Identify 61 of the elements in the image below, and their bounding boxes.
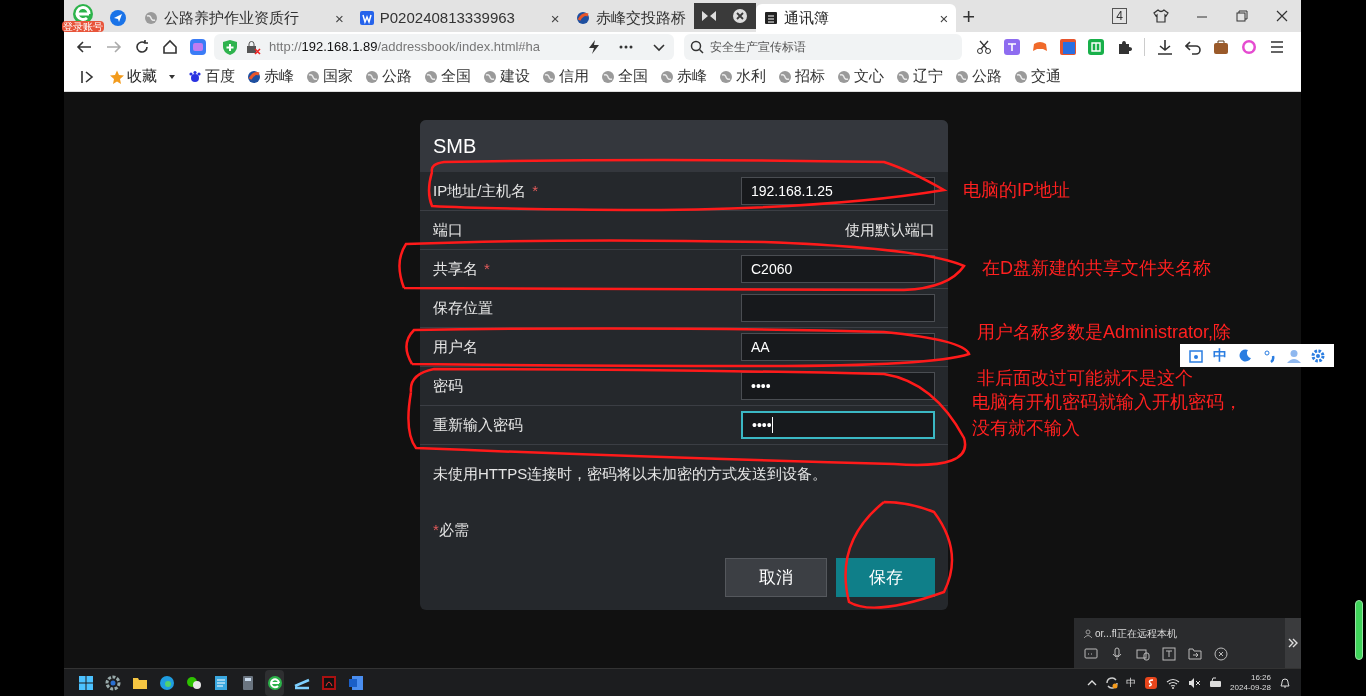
bookmark-item[interactable]: 百度 xyxy=(188,65,235,88)
bookmark-item[interactable]: 公路 xyxy=(955,65,1002,88)
field-label: 用户名 xyxy=(433,336,478,357)
remote-status: or...fl正在远程本机 xyxy=(1095,627,1177,641)
bookmark-item[interactable]: 公路 xyxy=(365,65,412,88)
tab-title: 公路养护作业资质行 xyxy=(164,7,300,28)
bookmark-item[interactable]: 赤峰 xyxy=(660,65,707,88)
field-value: 使用默认端口 xyxy=(845,219,935,240)
tab[interactable]: 赤峰交投路桥 xyxy=(567,4,694,32)
tab[interactable]: P020240813339963 × xyxy=(351,4,568,32)
bookmark-item[interactable]: 全国 xyxy=(601,65,648,88)
close-tab-button[interactable]: × xyxy=(550,10,560,26)
bookmark-item[interactable]: 国家 xyxy=(306,65,353,88)
field-label: 重新输入密码 xyxy=(433,414,523,435)
annotation-text: 没有就不输入 xyxy=(972,418,1080,439)
dialog-title: SMB xyxy=(433,134,477,159)
bookmark-item[interactable]: 信用 xyxy=(542,65,589,88)
input-field[interactable]: AA xyxy=(741,333,935,361)
search-field[interactable]: 安全生产宣传标语 xyxy=(684,34,962,60)
save-button[interactable]: 保存 xyxy=(836,558,935,597)
annotation-text: 电脑有开机密码就输入开机密码， xyxy=(972,392,1242,413)
close-tab-button[interactable]: × xyxy=(335,10,344,26)
annotation-text: 电脑的IP地址 xyxy=(963,180,1070,201)
bookmark-item[interactable]: 赤峰 xyxy=(247,65,294,88)
bookmark-item[interactable]: 交通 xyxy=(1014,65,1061,88)
input-field[interactable]: •••• xyxy=(741,411,935,439)
account-badge[interactable]: 登录账号 xyxy=(62,21,104,32)
input-field[interactable]: 192.168.1.25 xyxy=(741,177,935,205)
field-label: IP地址/主机名 * xyxy=(433,180,539,201)
annotation-text: 在D盘新建的共享文件夹名称 xyxy=(982,258,1211,279)
bookmark-item[interactable]: 招标 xyxy=(778,65,825,88)
tab-title: P020240813339963 xyxy=(379,7,516,28)
ime-mode[interactable]: 中 xyxy=(1213,345,1228,366)
field-label: 密码 xyxy=(433,375,463,396)
bookmark-item[interactable]: 水利 xyxy=(719,65,766,88)
input-field[interactable]: C2060 xyxy=(741,255,935,283)
clock[interactable]: 16:26 2024-09-28 xyxy=(1230,672,1271,693)
field-label: 共享名 * xyxy=(433,258,490,279)
close-tab-button[interactable]: × xyxy=(939,10,949,26)
input-field[interactable]: •••• xyxy=(741,372,935,400)
bookmark-item[interactable]: 建设 xyxy=(483,65,530,88)
info-text: 未使用HTTPS连接时，密码将以未加密的方式发送到设备。 xyxy=(432,464,829,484)
address-bar[interactable]: http://192.168.1.89/addressbook/index.html#ha xyxy=(214,34,674,60)
new-tab-button[interactable]: + xyxy=(962,6,976,28)
field-label: 保存位置 xyxy=(433,297,493,318)
bookmark-item[interactable]: 收藏 xyxy=(110,65,176,88)
url-text[interactable]: http://192.168.1.89/addressbook/index.html#ha xyxy=(269,37,578,57)
bookmark-item[interactable]: 文心 xyxy=(837,65,884,88)
tab-count[interactable]: 4 xyxy=(1112,8,1127,24)
bookmark-item[interactable]: 辽宁 xyxy=(896,65,943,88)
tab-title: 赤峰交投路桥 xyxy=(595,7,686,28)
ime-indicator[interactable]: 中 xyxy=(1126,675,1137,690)
cancel-button[interactable]: 取消 xyxy=(725,558,827,597)
tab[interactable]: 公路养护作业资质行 × xyxy=(136,4,352,32)
annotation-text: 非后面改过可能就不是这个 xyxy=(977,368,1193,389)
tab-title: 通讯簿 xyxy=(783,7,830,28)
field-label: 端口 xyxy=(433,219,463,240)
tab[interactable]: 通讯簿 × xyxy=(755,4,957,32)
bookmark-item[interactable]: 全国 xyxy=(424,65,471,88)
required-note: *必需 xyxy=(432,519,470,540)
annotation-text: 用户名称多数是Administrator,除 xyxy=(977,322,1232,343)
